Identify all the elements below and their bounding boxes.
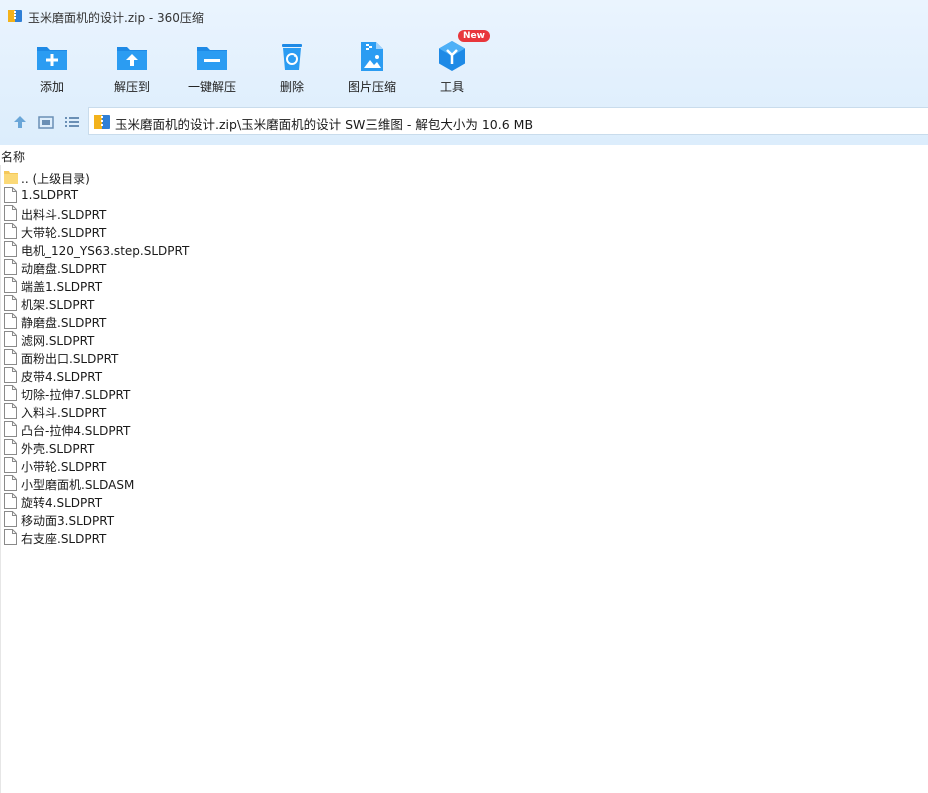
list-item[interactable]: 滤网.SLDPRT bbox=[0, 330, 928, 348]
file-icon bbox=[4, 295, 17, 311]
image-compress-label: 图片压缩 bbox=[347, 80, 396, 94]
extract-to-button[interactable]: 解压到 bbox=[92, 34, 172, 98]
column-name-label: 名称 bbox=[1, 150, 26, 164]
recycle-bin-icon bbox=[274, 38, 310, 74]
file-name: 凸台-拉伸4.SLDPRT bbox=[21, 424, 131, 438]
file-name: 静磨盘.SLDPRT bbox=[21, 316, 107, 330]
file-icon bbox=[4, 439, 17, 455]
file-icon bbox=[4, 331, 17, 347]
file-icon bbox=[4, 385, 17, 401]
list-item[interactable]: 静磨盘.SLDPRT bbox=[0, 312, 928, 330]
window-chrome: 玉米磨面机的设计.zip - 360压缩 添加 解压到 一键解压 删除 图片压缩… bbox=[0, 0, 928, 145]
file-icon bbox=[4, 205, 17, 221]
window-title: 玉米磨面机的设计.zip - 360压缩 bbox=[28, 11, 204, 25]
one-click-extract-label: 一键解压 bbox=[187, 80, 236, 94]
file-list: .. (上级目录) 1.SLDPRT 出料斗.SLDPRT 大带轮.SLDPRT 电机_… bbox=[0, 168, 928, 546]
list-item[interactable]: 旋转4.SLDPRT bbox=[0, 492, 928, 510]
tools-icon bbox=[434, 38, 470, 74]
navigation-bar: 玉米磨面机的设计.zip\玉米磨面机的设计 SW三维图 - 解包大小为 10.6… bbox=[0, 107, 928, 137]
file-name: 动磨盘.SLDPRT bbox=[21, 262, 107, 276]
file-name: 切除-拉伸7.SLDPRT bbox=[21, 388, 131, 402]
zip-archive-icon bbox=[8, 9, 22, 23]
file-icon bbox=[4, 277, 17, 293]
title-bar: 玉米磨面机的设计.zip - 360压缩 bbox=[0, 0, 928, 32]
list-item[interactable]: 大带轮.SLDPRT bbox=[0, 222, 928, 240]
list-item[interactable]: 端盖1.SLDPRT bbox=[0, 276, 928, 294]
list-item[interactable]: 机架.SLDPRT bbox=[0, 294, 928, 312]
file-name: 外壳.SLDPRT bbox=[21, 442, 95, 456]
file-name: 小带轮.SLDPRT bbox=[21, 460, 107, 474]
file-icon bbox=[4, 493, 17, 509]
file-name: .. (上级目录) bbox=[21, 172, 90, 186]
file-icon bbox=[4, 403, 17, 419]
thumbnail-view-icon[interactable] bbox=[36, 112, 56, 132]
extract-to-label: 解压到 bbox=[113, 80, 150, 94]
file-icon bbox=[4, 241, 17, 257]
list-item[interactable]: 入料斗.SLDPRT bbox=[0, 402, 928, 420]
file-icon bbox=[4, 511, 17, 527]
file-name: 移动面3.SLDPRT bbox=[21, 514, 115, 528]
tools-button[interactable]: New 工具 bbox=[412, 30, 492, 98]
file-name: 旋转4.SLDPRT bbox=[21, 496, 103, 510]
delete-label: 删除 bbox=[279, 80, 304, 94]
file-name: 小型磨面机.SLDASM bbox=[21, 478, 135, 492]
file-name: 1.SLDPRT bbox=[21, 188, 79, 202]
file-icon bbox=[4, 421, 17, 437]
address-path: 玉米磨面机的设计.zip\玉米磨面机的设计 SW三维图 - 解包大小为 10.6… bbox=[115, 117, 534, 132]
new-badge: New bbox=[458, 30, 490, 42]
list-item[interactable]: 小带轮.SLDPRT bbox=[0, 456, 928, 474]
add-label: 添加 bbox=[39, 80, 64, 94]
file-icon bbox=[4, 313, 17, 329]
tools-label: 工具 bbox=[439, 80, 464, 94]
file-icon bbox=[4, 349, 17, 365]
file-name: 端盖1.SLDPRT bbox=[21, 280, 103, 294]
up-arrow-icon[interactable] bbox=[10, 112, 30, 132]
image-compress-icon bbox=[354, 38, 390, 74]
file-icon bbox=[4, 529, 17, 545]
image-compress-button[interactable]: 图片压缩 bbox=[332, 34, 412, 98]
file-name: 面粉出口.SLDPRT bbox=[21, 352, 119, 366]
file-name: 机架.SLDPRT bbox=[21, 298, 95, 312]
list-item[interactable]: 动磨盘.SLDPRT bbox=[0, 258, 928, 276]
list-item[interactable]: 右支座.SLDPRT bbox=[0, 528, 928, 546]
parent-directory-row[interactable]: .. (上级目录) bbox=[0, 168, 928, 186]
file-name: 出料斗.SLDPRT bbox=[21, 208, 107, 222]
list-item[interactable]: 皮带4.SLDPRT bbox=[0, 366, 928, 384]
delete-button[interactable]: 删除 bbox=[252, 34, 332, 98]
file-icon bbox=[4, 223, 17, 239]
list-item[interactable]: 凸台-拉伸4.SLDPRT bbox=[0, 420, 928, 438]
list-item[interactable]: 电机_120_YS63.step.SLDPRT bbox=[0, 240, 928, 258]
list-item[interactable]: 移动面3.SLDPRT bbox=[0, 510, 928, 528]
file-icon bbox=[4, 457, 17, 473]
file-icon bbox=[4, 187, 17, 203]
file-name: 右支座.SLDPRT bbox=[21, 532, 107, 546]
one-click-extract-icon bbox=[194, 38, 230, 74]
extract-to-icon bbox=[114, 38, 150, 74]
list-item[interactable]: 切除-拉伸7.SLDPRT bbox=[0, 384, 928, 402]
file-icon bbox=[4, 475, 17, 491]
list-item[interactable]: 1.SLDPRT bbox=[0, 186, 928, 204]
file-name: 滤网.SLDPRT bbox=[21, 334, 95, 348]
file-icon bbox=[4, 367, 17, 383]
file-name: 大带轮.SLDPRT bbox=[21, 226, 107, 240]
folder-icon bbox=[4, 169, 18, 185]
toolbar: 添加 解压到 一键解压 删除 图片压缩 New 工具 bbox=[0, 30, 928, 100]
list-item[interactable]: 面粉出口.SLDPRT bbox=[0, 348, 928, 366]
list-item[interactable]: 外壳.SLDPRT bbox=[0, 438, 928, 456]
file-icon bbox=[4, 259, 17, 275]
column-header-name[interactable]: 名称 bbox=[0, 145, 928, 165]
file-name: 皮带4.SLDPRT bbox=[21, 370, 103, 384]
list-item[interactable]: 出料斗.SLDPRT bbox=[0, 204, 928, 222]
list-view-icon[interactable] bbox=[62, 112, 82, 132]
one-click-extract-button[interactable]: 一键解压 bbox=[172, 34, 252, 98]
file-name: 电机_120_YS63.step.SLDPRT bbox=[21, 244, 190, 258]
list-item[interactable]: 小型磨面机.SLDASM bbox=[0, 474, 928, 492]
address-bar[interactable]: 玉米磨面机的设计.zip\玉米磨面机的设计 SW三维图 - 解包大小为 10.6… bbox=[88, 107, 928, 135]
add-folder-icon bbox=[34, 38, 70, 74]
zip-archive-icon bbox=[94, 114, 110, 130]
file-name: 入料斗.SLDPRT bbox=[21, 406, 107, 420]
add-button[interactable]: 添加 bbox=[12, 34, 92, 98]
